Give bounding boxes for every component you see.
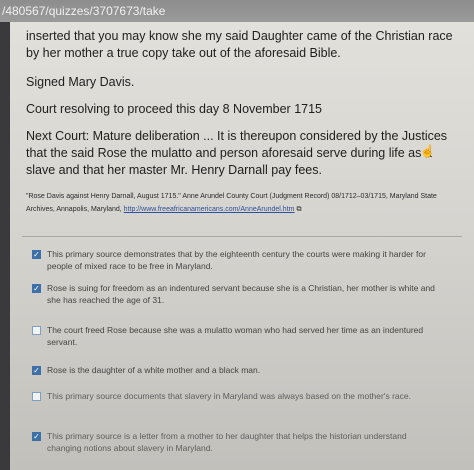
checkmark-icon: ✓: [33, 249, 40, 259]
citation: "Rose Davis against Henry Darnall, Augus…: [26, 190, 456, 216]
answer-option[interactable]: ✓ Rose is the daughter of a white mother …: [32, 364, 442, 376]
answer-option[interactable]: ✓ Rose is suing for freedom as an indentu…: [32, 282, 442, 306]
answer-option[interactable]: ✓ This primary source is a letter from a …: [32, 430, 442, 454]
address-bar[interactable]: /480567/quizzes/3707673/take: [0, 0, 474, 22]
answer-option[interactable]: This primary source documents that slave…: [32, 390, 442, 402]
divider: [22, 236, 462, 237]
citation-link[interactable]: http://www.freeafricanamericans.com/Anne…: [124, 206, 295, 213]
checkmark-icon: ✓: [33, 283, 40, 293]
document-paragraph-2: Signed Mary Davis.: [26, 75, 135, 89]
answer-option-label: This primary source documents that slave…: [47, 391, 411, 401]
answer-checkbox[interactable]: ✓: [32, 250, 41, 259]
answer-checkbox[interactable]: [32, 392, 41, 401]
quiz-page: inserted that you may know she my said D…: [10, 22, 474, 470]
answer-option[interactable]: The court freed Rose because she was a m…: [32, 324, 442, 348]
document-paragraph-1: inserted that you may know she my said D…: [26, 29, 453, 60]
mouse-cursor-icon: ☝: [420, 144, 435, 158]
answer-option-label: Rose is suing for freedom as an indentur…: [47, 283, 435, 305]
answer-option-label: This primary source is a letter from a m…: [47, 431, 407, 453]
answer-option-label: This primary source demonstrates that by…: [47, 249, 426, 271]
url-text: /480567/quizzes/3707673/take: [2, 4, 166, 18]
document-paragraph-4: Next Court: Mature deliberation ... It i…: [26, 129, 448, 177]
external-link-icon: ⧉: [296, 206, 302, 213]
answer-option[interactable]: ✓ This primary source demonstrates that b…: [32, 248, 442, 272]
checkmark-icon: ✓: [33, 365, 40, 375]
answer-checkbox[interactable]: ✓: [32, 432, 41, 441]
answer-checkbox[interactable]: ✓: [32, 284, 41, 293]
document-paragraph-3: Court resolving to proceed this day 8 No…: [26, 102, 322, 116]
answer-checkbox[interactable]: [32, 326, 41, 335]
checkmark-icon: ✓: [33, 431, 40, 441]
answer-option-label: The court freed Rose because she was a m…: [47, 325, 424, 347]
answer-checkbox[interactable]: ✓: [32, 366, 41, 375]
answer-option-label: Rose is the daughter of a white mother a…: [47, 365, 261, 375]
